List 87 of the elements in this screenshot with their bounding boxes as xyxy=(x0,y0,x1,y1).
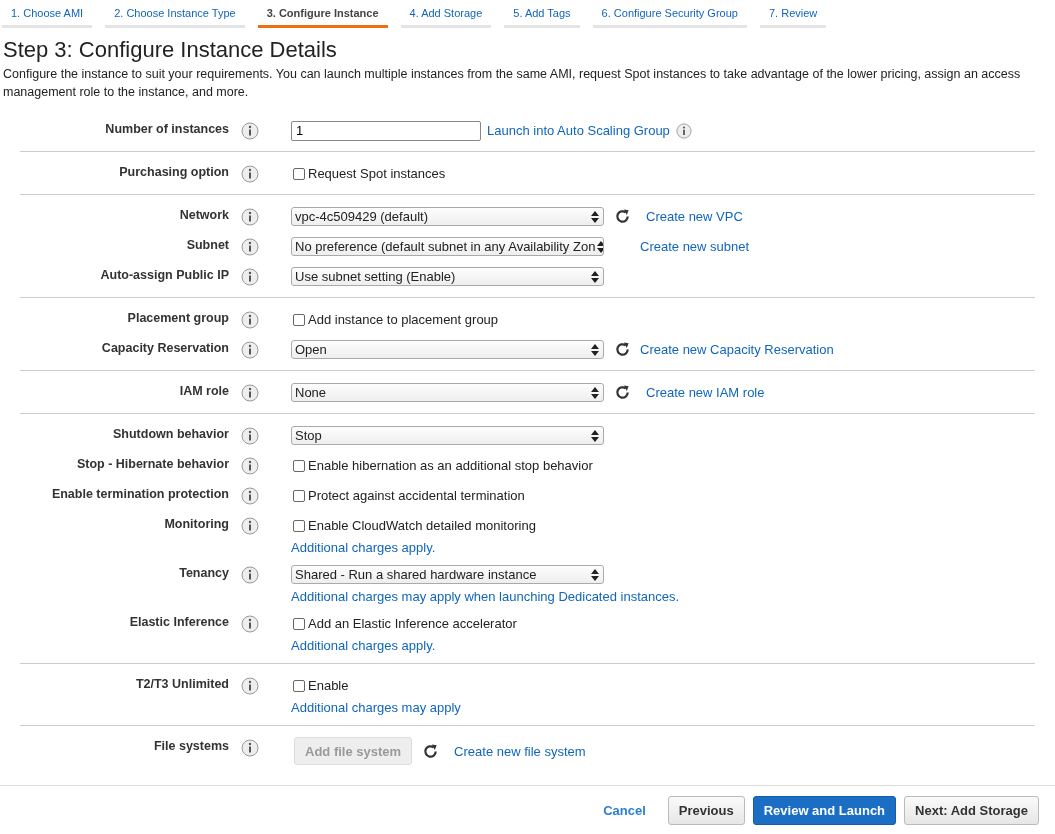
select-field[interactable]: Open xyxy=(291,340,604,359)
info-icon[interactable] xyxy=(241,457,259,475)
field-label: Placement group xyxy=(126,310,229,325)
checkbox[interactable] xyxy=(293,679,305,692)
checkbox-label: Request Spot instances xyxy=(308,166,446,181)
wizard-button[interactable]: Review and Launch xyxy=(752,795,897,825)
wizard-button[interactable]: Next: Add Storage xyxy=(904,795,1039,825)
info-icon[interactable] xyxy=(241,341,259,359)
checkbox[interactable] xyxy=(293,519,305,532)
field-label: File systems xyxy=(152,738,229,753)
refresh-icon[interactable] xyxy=(613,384,631,401)
link[interactable]: Create new IAM role xyxy=(646,385,765,400)
info-icon[interactable] xyxy=(241,615,259,633)
refresh-icon[interactable] xyxy=(613,341,631,358)
select-field[interactable]: Shared - Run a shared hardware instance xyxy=(291,565,604,584)
checkbox-label: Enable xyxy=(308,678,349,693)
wizard-step-tab[interactable]: 5. Add Tags xyxy=(504,0,580,28)
field-label: Elastic Inference xyxy=(128,614,229,629)
info-icon[interactable] xyxy=(241,208,259,226)
info-icon[interactable] xyxy=(241,384,259,402)
wizard-step-tab[interactable]: 6. Configure Security Group xyxy=(592,0,747,28)
info-icon[interactable] xyxy=(675,122,692,139)
info-icon[interactable] xyxy=(241,165,259,183)
checkbox[interactable] xyxy=(293,313,305,326)
checkbox-label: Add instance to placement group xyxy=(308,312,499,327)
wizard-step-tab[interactable]: 1. Choose AMI xyxy=(2,0,93,28)
field-label: Auto-assign Public IP xyxy=(99,267,229,282)
page-heading: Step 3: Configure Instance Details xyxy=(3,37,338,63)
select-field[interactable]: Stop xyxy=(291,426,604,445)
caret-icon xyxy=(591,386,599,399)
field-label: Monitoring xyxy=(163,516,229,531)
info-icon[interactable] xyxy=(241,238,259,256)
wizard-button[interactable]: Previous xyxy=(667,795,745,825)
field-label: Shutdown behavior xyxy=(112,426,229,441)
checkbox[interactable] xyxy=(293,167,305,180)
info-icon[interactable] xyxy=(241,517,259,535)
field-label: Tenancy xyxy=(178,565,229,580)
wizard-step-tab[interactable]: 3. Configure Instance xyxy=(257,0,388,28)
info-icon[interactable] xyxy=(241,566,259,584)
number-input[interactable]: 1 xyxy=(291,120,481,141)
checkbox-label: Protect against accidental termination xyxy=(308,488,525,503)
field-label: Stop - Hibernate behavior xyxy=(75,456,229,471)
cancel-link[interactable]: Cancel xyxy=(603,802,646,818)
field-label: IAM role xyxy=(178,383,229,398)
caret-icon xyxy=(591,270,599,283)
charges-link[interactable]: Additional charges apply. xyxy=(291,638,517,653)
refresh-icon[interactable] xyxy=(613,208,631,225)
checkbox-label: Enable CloudWatch detailed monitoring xyxy=(308,518,536,533)
field-label: Capacity Reservation xyxy=(100,340,229,355)
field-label: T2/T3 Unlimited xyxy=(134,676,229,691)
info-icon[interactable] xyxy=(241,268,259,286)
wizard-step-tab[interactable]: 4. Add Storage xyxy=(400,0,492,28)
info-icon[interactable] xyxy=(241,739,259,757)
field-label: Subnet xyxy=(185,237,229,252)
select-field[interactable]: No preference (default subnet in any Availability Zon xyxy=(291,237,604,256)
checkbox-label: Enable hibernation as an additional stop behavior xyxy=(308,458,593,473)
link[interactable]: Launch into Auto Scaling Group xyxy=(487,123,670,138)
charges-link[interactable]: Additional charges may apply when launching Dedicated instances. xyxy=(291,589,680,604)
field-label: Number of instances xyxy=(104,121,229,136)
info-icon[interactable] xyxy=(241,122,259,140)
wizard-step-tab[interactable]: 2. Choose Instance Type xyxy=(105,0,245,28)
checkbox[interactable] xyxy=(293,617,305,630)
link[interactable]: Create new subnet xyxy=(640,239,750,254)
info-icon[interactable] xyxy=(241,311,259,329)
field-label: Enable termination protection xyxy=(50,486,229,501)
charges-link[interactable]: Additional charges may apply xyxy=(291,700,461,715)
select-field[interactable]: vpc-4c509429 (default) xyxy=(291,207,604,226)
info-icon[interactable] xyxy=(241,427,259,445)
caret-icon xyxy=(591,343,599,356)
field-label: Purchasing option xyxy=(118,164,229,179)
caret-icon xyxy=(591,210,599,223)
info-icon[interactable] xyxy=(241,677,259,695)
checkbox[interactable] xyxy=(293,489,305,502)
wizard-step-tab[interactable]: 7. Review xyxy=(759,0,827,28)
select-field[interactable]: Use subnet setting (Enable) xyxy=(291,267,604,286)
select-field[interactable]: None xyxy=(291,383,604,402)
page-description: Configure the instance to suit your requirements. You can launch multiple instances from the same AMI, request Spot instances to take advantage of the lower pricing, assign an access management role to the instance, and more. xyxy=(3,66,1022,101)
charges-link[interactable]: Additional charges apply. xyxy=(291,540,536,555)
checkbox[interactable] xyxy=(293,459,305,472)
link[interactable]: Create new Capacity Reservation xyxy=(640,342,834,357)
checkbox-label: Add an Elastic Inference accelerator xyxy=(308,616,517,631)
link[interactable]: Create new VPC xyxy=(646,209,743,224)
caret-icon xyxy=(591,568,599,581)
field-label: Network xyxy=(178,207,229,222)
info-icon[interactable] xyxy=(241,487,259,505)
caret-icon xyxy=(597,240,603,253)
caret-icon xyxy=(591,429,599,442)
